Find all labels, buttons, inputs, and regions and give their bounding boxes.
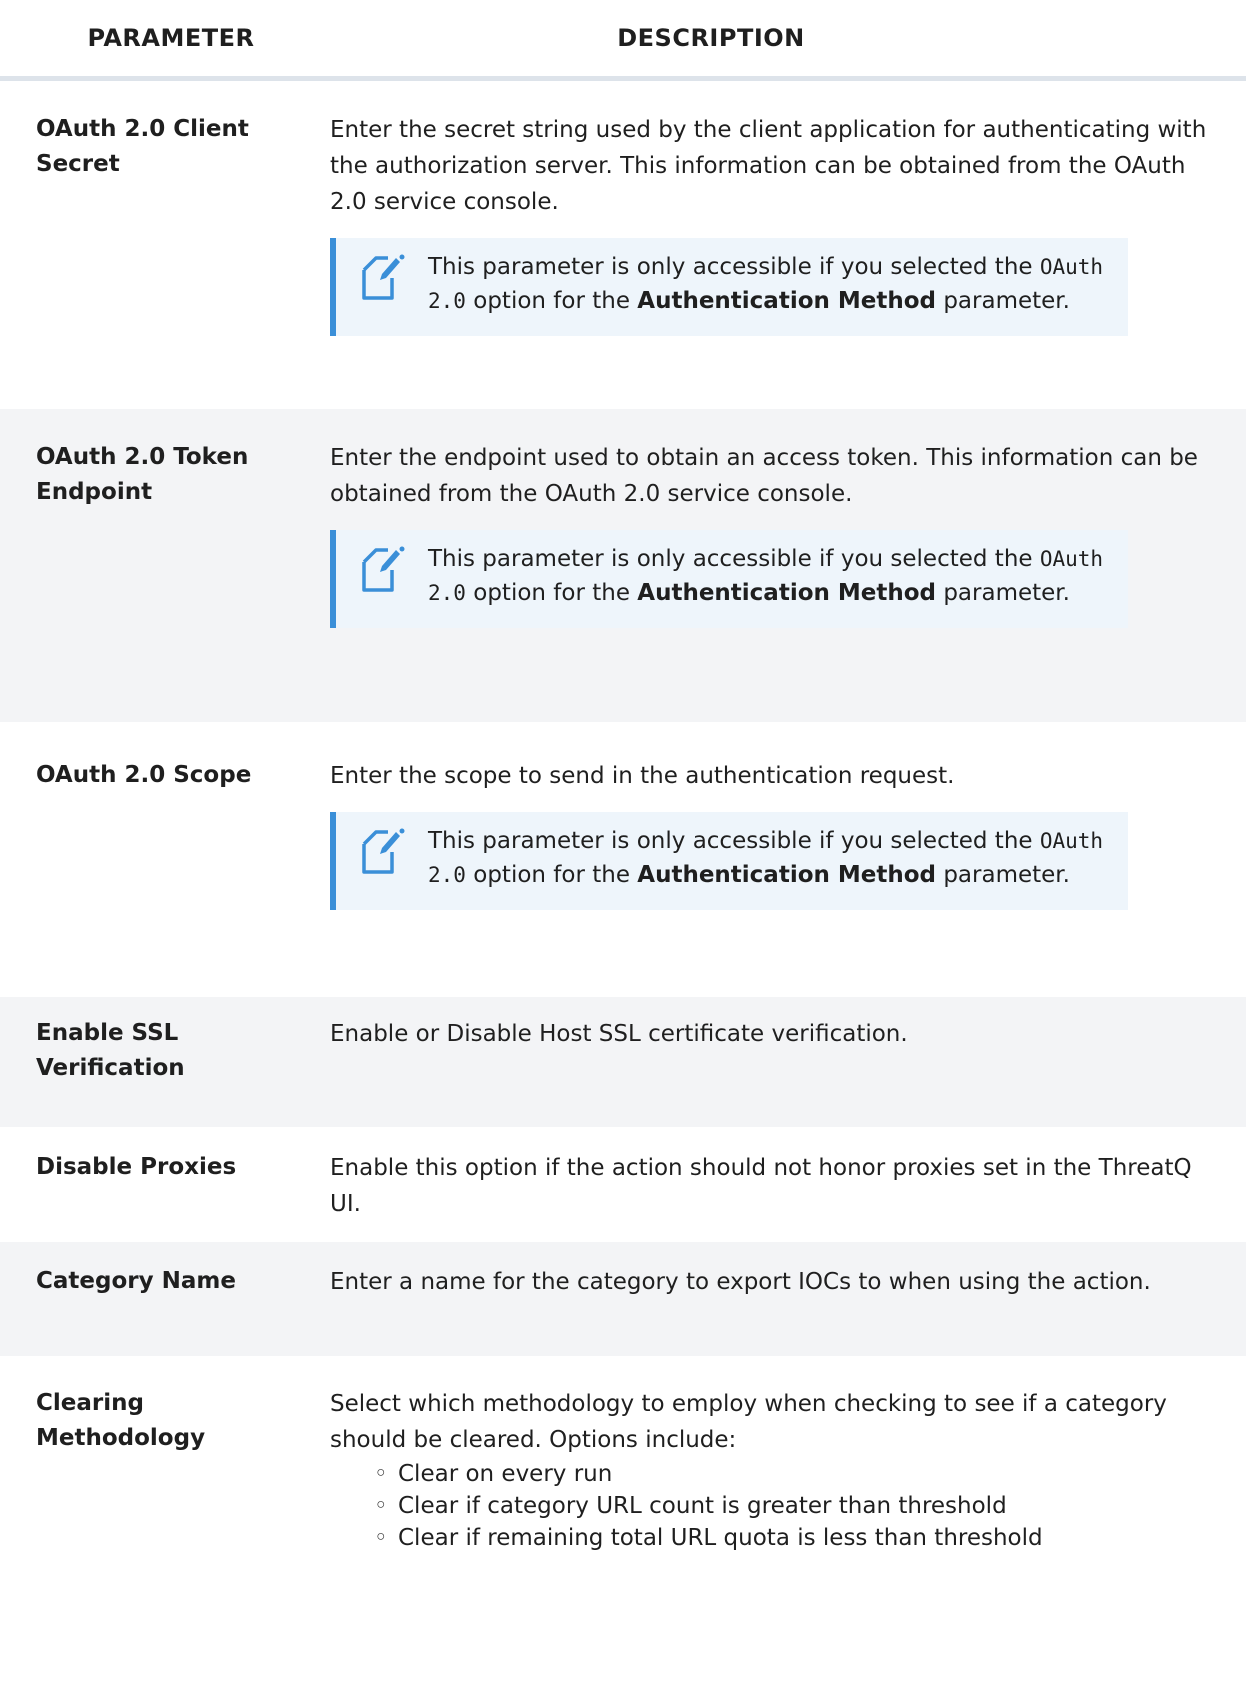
note-text: This parameter is only accessible if you… — [428, 546, 1104, 606]
header-description: DESCRIPTION — [617, 24, 805, 52]
auth-method-label: Authentication Method — [637, 862, 937, 888]
options-list: Clear on every run Clear if category URL… — [330, 1458, 1228, 1554]
parameter-table: PARAMETER DESCRIPTION OAuth 2.0 Client S… — [0, 0, 1246, 1606]
auth-method-label: Authentication Method — [637, 580, 937, 606]
param-description: Enable this option if the action should … — [330, 1150, 1246, 1242]
header-parameter: PARAMETER — [87, 24, 255, 52]
description-text: Enable or Disable Host SSL certificate v… — [330, 1021, 908, 1047]
param-description: Select which methodology to employ when … — [330, 1386, 1246, 1606]
param-name: Disable Proxies — [36, 1154, 237, 1180]
table-row: OAuth 2.0 Client Secret Enter the secret… — [0, 81, 1246, 409]
description-text: Enter a name for the category to export … — [330, 1269, 1151, 1295]
auth-method-label: Authentication Method — [637, 288, 937, 314]
description-text: Enter the scope to send in the authentic… — [330, 763, 955, 789]
description-text: Enable this option if the action should … — [330, 1155, 1192, 1217]
list-item: Clear on every run — [374, 1458, 1228, 1490]
param-description: Enter the endpoint used to obtain an acc… — [330, 440, 1246, 722]
param-description: Enter the secret string used by the clie… — [330, 112, 1246, 409]
table-row: Enable SSL Verification Enable or Disabl… — [0, 997, 1246, 1127]
param-name: Category Name — [36, 1268, 236, 1294]
description-text: Enter the secret string used by the clie… — [330, 117, 1207, 215]
table-row: Disable Proxies Enable this option if th… — [0, 1127, 1246, 1242]
table-row: OAuth 2.0 Token Endpoint Enter the endpo… — [0, 409, 1246, 722]
note-icon — [362, 254, 405, 300]
param-name: Clearing Methodology — [36, 1390, 206, 1451]
param-description: Enter a name for the category to export … — [330, 1264, 1246, 1356]
table-row: OAuth 2.0 Scope Enter the scope to send … — [0, 722, 1246, 997]
table-row: Category Name Enter a name for the categ… — [0, 1242, 1246, 1356]
note-icon — [362, 828, 405, 874]
note-box: This parameter is only accessible if you… — [330, 238, 1128, 336]
list-item: Clear if category URL count is greater t… — [374, 1490, 1228, 1522]
param-description: Enter the scope to send in the authentic… — [330, 758, 1246, 997]
param-name: OAuth 2.0 Scope — [36, 762, 252, 788]
param-description: Enable or Disable Host SSL certificate v… — [330, 1016, 1246, 1127]
list-item: Clear if remaining total URL quota is le… — [374, 1522, 1228, 1554]
param-name: OAuth 2.0 Token Endpoint — [36, 444, 249, 505]
description-text: Select which methodology to employ when … — [330, 1391, 1167, 1453]
table-row: Clearing Methodology Select which method… — [0, 1356, 1246, 1606]
note-box: This parameter is only accessible if you… — [330, 530, 1128, 628]
note-text: This parameter is only accessible if you… — [428, 254, 1104, 314]
note-icon — [362, 546, 405, 592]
param-name: Enable SSL Verification — [36, 1020, 185, 1081]
note-text: This parameter is only accessible if you… — [428, 828, 1104, 888]
table-header: PARAMETER DESCRIPTION — [0, 0, 1246, 81]
description-text: Enter the endpoint used to obtain an acc… — [330, 445, 1198, 507]
note-box: This parameter is only accessible if you… — [330, 812, 1128, 910]
param-name: OAuth 2.0 Client Secret — [36, 116, 249, 177]
